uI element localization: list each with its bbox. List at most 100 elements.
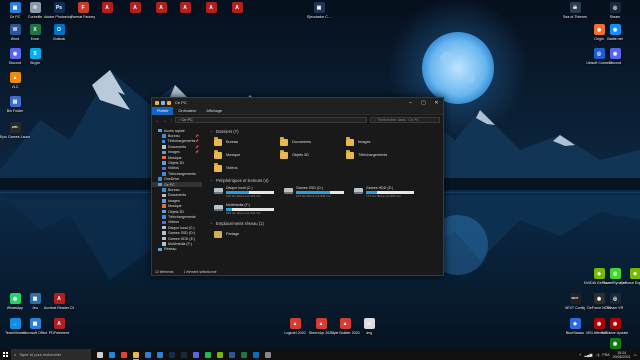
desktop-icon[interactable]: ◎ Steam VR <box>600 293 630 319</box>
hard-drive-icon <box>214 188 223 194</box>
drive-item[interactable]: Games HDD (E:) 717 Go libres sur 931 Go <box>354 186 424 199</box>
taskbar-app-edge[interactable] <box>106 349 118 360</box>
new-folder-icon[interactable] <box>167 100 171 105</box>
taskbar-app-task-view[interactable] <box>94 349 106 360</box>
drive-free-space: 115 Go libres sur 223 Go <box>226 194 261 198</box>
desktop-icon[interactable]: NEXT NEXT Config <box>560 293 590 319</box>
folder-item[interactable]: Bureau <box>214 137 280 147</box>
taskbar-app-excel[interactable] <box>238 349 250 360</box>
desktop-icon[interactable]: S Skype <box>20 48 50 74</box>
hard-drive-icon <box>354 188 363 194</box>
notification-icon[interactable]: ▭ <box>634 353 637 357</box>
chevron-down-icon[interactable]: ⌄ <box>210 221 213 225</box>
folder-item[interactable]: Images <box>346 137 412 147</box>
desktop-icon-label: Acrobat Reader DC <box>44 306 74 310</box>
ribbon-tab[interactable]: Fichier <box>152 106 174 115</box>
outlook-icon <box>253 351 259 358</box>
navpane-item[interactable]: Réseau <box>152 247 202 252</box>
navpane-item-label: Musique <box>168 204 182 209</box>
taskbar-app-nvidia[interactable] <box>214 349 226 360</box>
hard-drive-icon <box>214 205 223 211</box>
content-pane[interactable]: ⌄ Dossiers (7) Bureau Documents Images Musi… <box>202 125 443 267</box>
desktop-icon[interactable]: ◆ GeForce Experience <box>620 268 640 294</box>
app-icon: S <box>29 48 41 59</box>
chevron-down-icon[interactable]: ⌄ <box>210 178 213 182</box>
taskbar-app-word[interactable] <box>226 349 238 360</box>
drive-item[interactable]: Multimédia (F:) 815 Go libres sur 931 Go <box>214 203 284 216</box>
desktop-icon[interactable]: ▭ .img <box>354 318 384 344</box>
desktop-icon-label: VLC <box>11 85 19 89</box>
folder-item[interactable]: Objets 3D <box>280 150 346 160</box>
desktop-icon[interactable]: ▲ VLC <box>0 72 30 98</box>
folder-item[interactable]: Documents <box>280 137 346 147</box>
chevron-down-icon[interactable]: ⌄ <box>210 129 213 133</box>
taskbar-app-mail[interactable] <box>154 349 166 360</box>
navigation-pane[interactable]: Accès rapide Bureau 📌 Téléchargements 📌 Docum… <box>152 125 202 267</box>
taskbar-app-steam[interactable] <box>178 349 190 360</box>
folder-icon <box>158 177 162 181</box>
network-section-header[interactable]: ⌄ Emplacements réseau (1) <box>210 220 443 226</box>
desktop-icon[interactable]: A Acrobat Reader DC <box>44 293 74 319</box>
desktop-icon-label: Epic Games Launcher <box>0 135 30 139</box>
taskbar-app-outlook[interactable] <box>250 349 262 360</box>
close-button[interactable]: ✕ <box>430 98 443 107</box>
desktop-icon[interactable]: A <box>222 2 252 28</box>
app-icon: ◆ <box>569 318 581 329</box>
drive-name: Games SSD (D:) <box>296 186 323 190</box>
desktop-icon[interactable]: O Outlook <box>44 24 74 50</box>
clock[interactable]: 15:24 20/05/2021 <box>613 351 631 359</box>
maximize-button[interactable]: ▢ <box>417 98 430 107</box>
folders-section-header[interactable]: ⌄ Dossiers (7) <box>210 128 443 134</box>
title-bar[interactable]: Ce PC – ▢ ✕ <box>152 98 443 107</box>
app-icon: A <box>53 293 65 304</box>
drives-section-header[interactable]: ⌄ Périphériques et lecteurs (4) <box>210 177 443 183</box>
taskbar-app-discord[interactable] <box>190 349 202 360</box>
volume-icon[interactable]: ◁) <box>595 353 599 357</box>
desktop-icon[interactable]: ◉ Discord <box>600 48 630 74</box>
taskbar-search-input[interactable]: ⌕ Taper ici pour rechercher <box>11 349 91 360</box>
ribbon-tab[interactable]: Affichage <box>201 107 227 115</box>
desktop-icon[interactable]: ▦ Microsoft Office <box>20 318 50 344</box>
desktop-icon[interactable]: A <box>92 2 122 28</box>
network-location-label: Partage <box>226 232 240 236</box>
desktop-icon[interactable]: ◆ BlueStacks <box>560 318 590 344</box>
network-location[interactable]: Partage <box>214 229 443 239</box>
desktop-icon[interactable]: ◉ Origin <box>584 24 614 50</box>
taskbar-app-settings[interactable] <box>262 349 274 360</box>
start-button[interactable] <box>0 349 11 360</box>
address-bar[interactable]: › Ce PC <box>175 117 367 123</box>
hard-drive-icon <box>284 188 293 194</box>
desktop-icon-label: Jeu <box>32 306 38 310</box>
properties-icon[interactable] <box>161 100 165 105</box>
language-indicator[interactable]: FRA <box>602 353 609 357</box>
file-explorer-window[interactable]: Ce PC – ▢ ✕ Fichier Ordinateur Affichage ←… <box>151 97 444 276</box>
explorer-body: Accès rapide Bureau 📌 Téléchargements 📌 Docum… <box>152 125 443 267</box>
search-input[interactable]: ⌕ Rechercher dans : Ce PC <box>370 117 440 123</box>
taskbar-app-chrome[interactable] <box>118 349 130 360</box>
taskbar-app-file-explorer[interactable] <box>130 349 142 360</box>
chevron-up-icon[interactable]: ˄ <box>579 353 581 357</box>
taskbar-app-photoshop[interactable] <box>166 349 178 360</box>
drive-item[interactable]: Games SSD (D:) 273 Go libres sur 931 Go <box>284 186 354 199</box>
taskbar-app-store[interactable] <box>142 349 154 360</box>
spotify-icon <box>205 351 211 358</box>
folder-icon[interactable] <box>155 100 159 105</box>
desktop-icon[interactable]: ▤ Bin Folder <box>0 96 30 122</box>
taskbar-app-spotify[interactable] <box>202 349 214 360</box>
minimize-button[interactable]: – <box>404 98 417 107</box>
forward-arrow-icon[interactable]: → <box>163 118 168 123</box>
folder-item[interactable]: Musique <box>214 150 280 160</box>
network-icon[interactable]: ▂▄▆ <box>584 353 592 357</box>
folder-icon <box>346 150 354 159</box>
ribbon-tab[interactable]: Ordinateur <box>173 107 201 115</box>
pin-icon: 📌 <box>195 144 199 149</box>
drive-item[interactable]: Disque local (C:) 115 Go libres sur 223 G… <box>214 186 284 199</box>
folder-item[interactable]: Téléchargements <box>346 150 412 160</box>
back-arrow-icon[interactable]: ← <box>155 118 160 123</box>
section-title: Périphériques et lecteurs (4) <box>215 177 269 183</box>
desktop-icon[interactable]: ▣ Ejecutador C... <box>304 2 334 28</box>
folder-item[interactable]: Vidéos <box>214 163 280 173</box>
desktop-icon[interactable]: EPIC Epic Games Launcher <box>0 122 30 148</box>
up-arrow-icon[interactable]: ↑ <box>170 118 172 123</box>
folder-icon <box>162 209 166 214</box>
